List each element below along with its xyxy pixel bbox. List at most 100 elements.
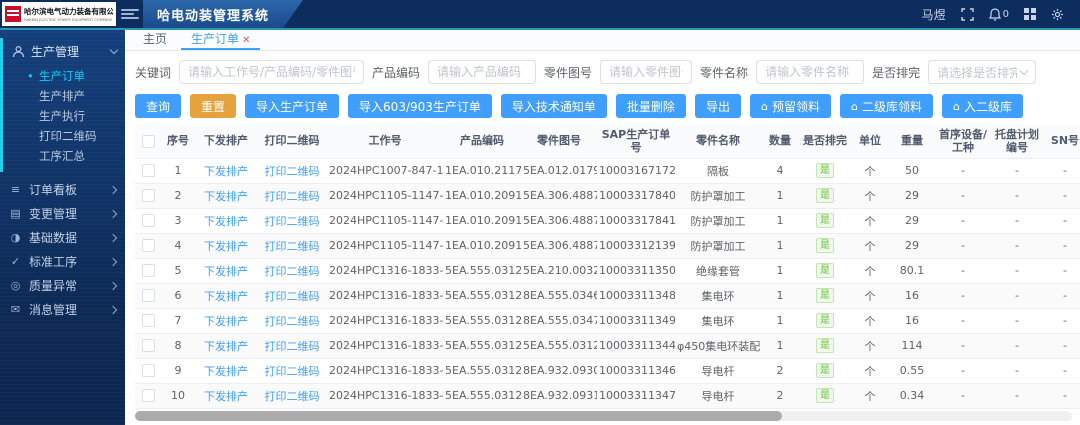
cell-unit: 个 — [851, 183, 889, 208]
sidebar-item-打印二维码[interactable]: 打印二维码 — [3, 126, 125, 146]
cell-unit: 个 — [851, 233, 889, 258]
product-code-input[interactable] — [428, 60, 536, 84]
row-checkbox[interactable] — [142, 389, 155, 402]
select-all-checkbox[interactable] — [142, 135, 155, 148]
cell-pallet_no: - — [991, 358, 1043, 383]
print-qrcode-link[interactable]: 打印二维码 — [265, 365, 320, 378]
sidebar-item-变更管理[interactable]: ▤变更管理 — [0, 202, 125, 225]
dispatch-link[interactable]: 下发排产 — [204, 215, 248, 228]
cell-part_no: 5EA.555.0312 — [521, 333, 597, 358]
dispatch-link[interactable]: 下发排产 — [204, 340, 248, 353]
cell-first_equip: - — [935, 208, 991, 233]
sidebar-collapse-icon[interactable] — [121, 0, 139, 28]
import-tech-notice-button[interactable]: 导入技术通知单 — [501, 94, 607, 118]
scheduled-badge: 是 — [816, 213, 834, 228]
cell-sap_no: 10003311344 — [597, 333, 675, 358]
dispatch-link[interactable]: 下发排产 — [204, 365, 248, 378]
orders-table: 序号下发排产打印二维码工作号产品编码零件图号SAP生产订单号零件名称数量是否排完… — [135, 125, 1072, 409]
print-qrcode-link[interactable]: 打印二维码 — [265, 340, 320, 353]
reset-button[interactable]: 重置 — [190, 94, 236, 118]
part-drawing-input[interactable] — [600, 60, 692, 84]
sidebar-item-质量异常[interactable]: ◎质量异常 — [0, 274, 125, 297]
settings-gear-icon[interactable] — [1051, 8, 1064, 21]
print-qrcode-link[interactable]: 打印二维码 — [265, 265, 320, 278]
row-checkbox[interactable] — [142, 164, 155, 177]
import-order-button[interactable]: 导入生产订单 — [245, 94, 339, 118]
import-603-button[interactable]: 导入603/903生产订单 — [348, 94, 492, 118]
tab-production-orders[interactable]: 生产订单✕ — [181, 30, 260, 50]
fullscreen-icon[interactable] — [961, 8, 974, 21]
sidebar-group-production-header[interactable]: 生产管理 — [3, 38, 125, 64]
column-header: 零件名称 — [675, 125, 761, 158]
row-checkbox[interactable] — [142, 189, 155, 202]
dispatch-link[interactable]: 下发排产 — [204, 290, 248, 303]
row-checkbox[interactable] — [142, 339, 155, 352]
print-qrcode-link[interactable]: 打印二维码 — [265, 215, 320, 228]
cell-product_code: 1EA.010.2091 — [443, 208, 521, 233]
print-qrcode-link[interactable]: 打印二维码 — [265, 290, 320, 303]
dispatch-link[interactable]: 下发排产 — [204, 190, 248, 203]
cell-seq: 3 — [161, 208, 195, 233]
sidebar-item-生产排产[interactable]: 生产排产 — [3, 86, 125, 106]
cell-part_name: 集电环 — [675, 308, 761, 333]
batch-delete-button[interactable]: 批量删除 — [616, 94, 686, 118]
scheduled-select[interactable]: 请选择是否排完 — [928, 60, 1036, 84]
row-checkbox[interactable] — [142, 239, 155, 252]
sidebar-item-生产订单[interactable]: 生产订单 — [3, 66, 125, 86]
sidebar-item-生产执行[interactable]: 生产执行 — [3, 106, 125, 126]
secondary-pick-button[interactable]: ⌂二级库领料 — [840, 94, 933, 118]
reserve-pick-button[interactable]: ⌂预留领料 — [750, 94, 831, 118]
row-checkbox[interactable] — [142, 364, 155, 377]
cell-unit: 个 — [851, 383, 889, 408]
row-checkbox[interactable] — [142, 214, 155, 227]
row-checkbox[interactable] — [142, 264, 155, 277]
scrollbar-thumb[interactable] — [135, 411, 782, 421]
notification-bell-icon[interactable]: 0 — [989, 8, 1009, 21]
apps-grid-icon[interactable] — [1024, 8, 1036, 20]
row-checkbox[interactable] — [142, 314, 155, 327]
dispatch-link[interactable]: 下发排产 — [204, 390, 248, 403]
cell-qty: 1 — [761, 233, 799, 258]
horizontal-scrollbar[interactable] — [135, 411, 1072, 421]
cell-first_equip: - — [935, 308, 991, 333]
print-qrcode-link[interactable]: 打印二维码 — [265, 190, 320, 203]
cell-qty: 1 — [761, 258, 799, 283]
sidebar-item-订单看板[interactable]: ≡订单看板 — [0, 178, 125, 201]
row-checkbox[interactable] — [142, 289, 155, 302]
column-header: 重量 — [889, 125, 935, 158]
current-user[interactable]: 马煜 — [922, 6, 946, 23]
cell-product_code: 5EA.555.0312 — [443, 308, 521, 333]
print-qrcode-link[interactable]: 打印二维码 — [265, 390, 320, 403]
dispatch-link[interactable]: 下发排产 — [204, 265, 248, 278]
close-icon[interactable]: ✕ — [242, 35, 250, 46]
cell-qty: 1 — [761, 208, 799, 233]
app-window: 哈尔滨电气动力装备有限公司 HARBIN ELECTRIC POWER EQUI… — [0, 0, 1080, 425]
part-name-input[interactable] — [756, 60, 864, 84]
sidebar-item-基础数据[interactable]: ◑基础数据 — [0, 226, 125, 249]
sidebar-item-消息管理[interactable]: ✉消息管理 — [0, 298, 125, 321]
export-button[interactable]: 导出 — [695, 94, 741, 118]
cell-work_no: 2024HPC1316-1833-2 — [327, 383, 443, 408]
cell-weight: 16 — [889, 308, 935, 333]
cell-product_code: 5EA.555.0312 — [443, 333, 521, 358]
cell-product_code: 5EA.555.0312 — [443, 358, 521, 383]
keyword-input[interactable] — [179, 60, 364, 84]
dispatch-link[interactable]: 下发排产 — [204, 240, 248, 253]
tab-home[interactable]: 主页 — [133, 30, 177, 50]
cell-first_equip: - — [935, 283, 991, 308]
cell-work_no: 2024HPC1007-847-1 — [327, 158, 443, 183]
sidebar-item-工序汇总[interactable]: 工序汇总 — [3, 146, 125, 166]
print-qrcode-link[interactable]: 打印二维码 — [265, 315, 320, 328]
cell-seq: 5 — [161, 258, 195, 283]
cell-part_name: 防护罩加工 — [675, 233, 761, 258]
dispatch-link[interactable]: 下发排产 — [204, 165, 248, 178]
search-button[interactable]: 查询 — [135, 94, 181, 118]
cell-qty: 1 — [761, 308, 799, 333]
sidebar-item-标准工序[interactable]: ✓标准工序 — [0, 250, 125, 273]
chevron-right-icon — [109, 209, 117, 217]
print-qrcode-link[interactable]: 打印二维码 — [265, 240, 320, 253]
quality-icon: ◎ — [9, 280, 22, 291]
dispatch-link[interactable]: 下发排产 — [204, 315, 248, 328]
secondary-in-button[interactable]: ⌂入二级库 — [942, 94, 1023, 118]
print-qrcode-link[interactable]: 打印二维码 — [265, 165, 320, 178]
